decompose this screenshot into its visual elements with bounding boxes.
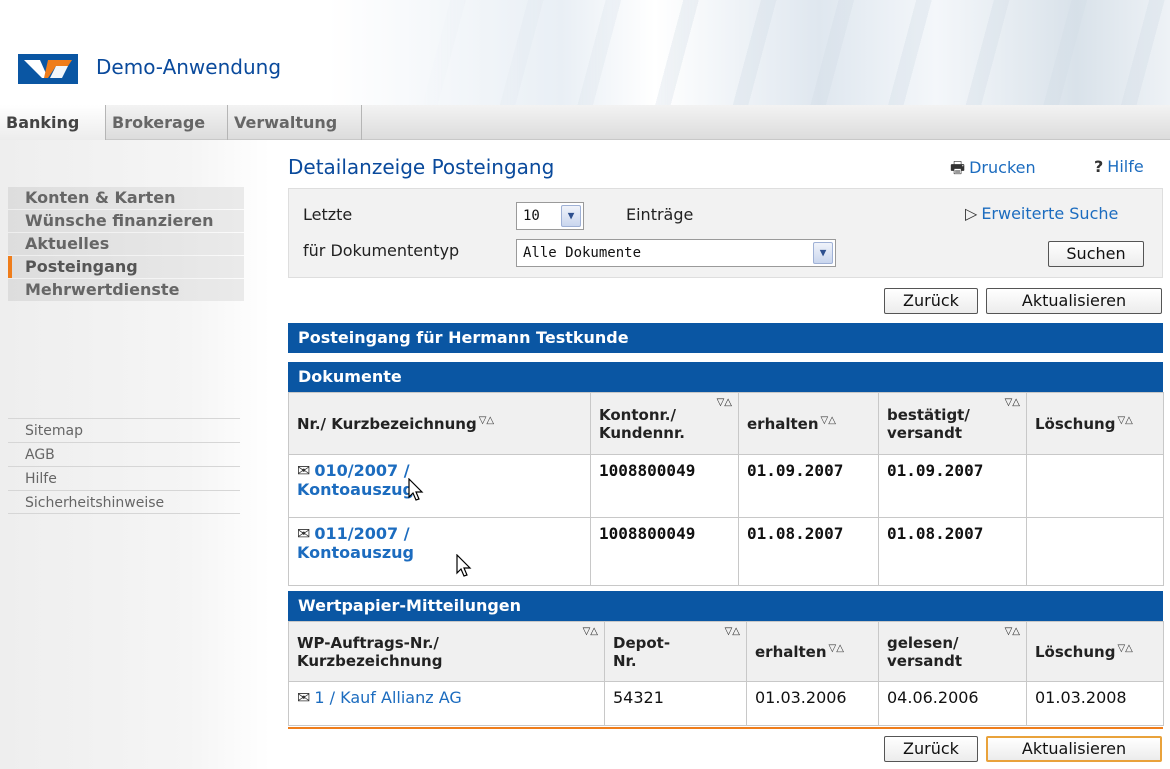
sidebar-link-sicherheitshinweise[interactable]: Sicherheitshinweise bbox=[8, 490, 240, 514]
sort-arrows-icon[interactable]: ▽△ bbox=[479, 415, 494, 426]
col-header-depot[interactable]: Depot- Nr. ▽△ bbox=[604, 621, 747, 682]
document-link-nr[interactable]: 011/2007 / bbox=[314, 524, 409, 543]
col-header-nr[interactable]: Nr./ Kurzbezeichnung ▽△ bbox=[288, 392, 591, 455]
loeschung-cell: 01.03.2008 bbox=[1026, 681, 1164, 726]
sidebar-item-aktuelles[interactable]: Aktuelles bbox=[8, 233, 244, 255]
print-link[interactable]: 🖶 Drucken bbox=[950, 157, 1036, 184]
sort-arrows-icon[interactable]: ▽△ bbox=[717, 397, 732, 408]
filter-box: Letzte 10 ▼ Einträge für Dokumententyp A… bbox=[288, 188, 1163, 278]
loeschung-cell bbox=[1026, 454, 1164, 518]
sidebar-link-hilfe[interactable]: Hilfe bbox=[8, 466, 240, 490]
depot-cell: 54321 bbox=[604, 681, 747, 726]
doctype-select[interactable]: Alle Dokumente ▼ bbox=[516, 239, 836, 267]
extended-search-link[interactable]: ▷ Erweiterte Suche bbox=[965, 204, 1118, 223]
refresh-button[interactable]: Aktualisieren bbox=[986, 288, 1162, 314]
entry-count-select[interactable]: 10 ▼ bbox=[516, 202, 584, 230]
sidebar-item-posteingang[interactable]: Posteingang bbox=[8, 256, 244, 278]
col-header-bestaetigt[interactable]: bestätigt/ versandt ▽△ bbox=[878, 392, 1027, 455]
tab-banking[interactable]: Banking bbox=[0, 105, 106, 140]
help-icon: ? bbox=[1094, 157, 1104, 176]
back-button-bottom[interactable]: Zurück bbox=[884, 736, 978, 762]
tab-verwaltung[interactable]: Verwaltung bbox=[228, 105, 362, 140]
triangle-right-icon: ▷ bbox=[965, 204, 978, 223]
table-row: ✉ 1 / Kauf Allianz AG 54321 01.03.2006 04… bbox=[288, 681, 1164, 726]
konto-cell: 1008800049 bbox=[590, 517, 739, 586]
envelope-open-icon: ✉ bbox=[297, 688, 311, 707]
documents-header-row: Nr./ Kurzbezeichnung ▽△ Kontonr./ Kundenn… bbox=[288, 392, 1164, 455]
col-header-gelesen[interactable]: gelesen/ versandt ▽△ bbox=[878, 621, 1027, 682]
printer-icon: 🖶 bbox=[950, 158, 966, 177]
document-cell: ✉ 010/2007 / Kontoauszug bbox=[288, 454, 591, 518]
wp-bez-cell: ✉ 1 / Kauf Allianz AG bbox=[288, 681, 605, 726]
gelesen-cell: 04.06.2006 bbox=[878, 681, 1027, 726]
inbox-header: Posteingang für Hermann Testkunde bbox=[288, 323, 1163, 353]
col-header-wp-nr[interactable]: WP-Auftrags-Nr./ Kurzbezeichnung ▽△ bbox=[288, 621, 605, 682]
page-title: Detailanzeige Posteingang bbox=[288, 155, 555, 179]
chevron-down-icon: ▼ bbox=[561, 205, 581, 227]
last-label: Letzte bbox=[303, 205, 353, 224]
document-link-bez[interactable]: Kontoauszug bbox=[297, 543, 414, 562]
help-label: Hilfe bbox=[1107, 157, 1144, 176]
search-button[interactable]: Suchen bbox=[1048, 241, 1144, 267]
doctype-label: für Dokumententyp bbox=[303, 241, 460, 260]
sort-arrows-icon[interactable]: ▽△ bbox=[1005, 626, 1020, 637]
tab-brokerage[interactable]: Brokerage bbox=[106, 105, 228, 140]
erhalten-cell: 01.08.2007 bbox=[738, 517, 879, 586]
header-banner: Demo-Anwendung bbox=[0, 0, 1170, 105]
sidebar-link-agb[interactable]: AGB bbox=[8, 442, 240, 466]
print-label: Drucken bbox=[969, 158, 1036, 177]
col-header-loeschung[interactable]: Löschung ▽△ bbox=[1026, 621, 1164, 682]
wp-header-row: WP-Auftrags-Nr./ Kurzbezeichnung ▽△ Depot… bbox=[288, 621, 1164, 682]
refresh-button-bottom[interactable]: Aktualisieren bbox=[986, 736, 1162, 762]
wp-section-title: Wertpapier-Mitteilungen bbox=[288, 591, 1163, 621]
wp-table: WP-Auftrags-Nr./ Kurzbezeichnung ▽△ Depot… bbox=[288, 621, 1164, 726]
erhalten-cell: 01.09.2007 bbox=[738, 454, 879, 518]
sidebar-link-sitemap[interactable]: Sitemap bbox=[8, 418, 240, 442]
divider bbox=[288, 727, 1163, 729]
sort-arrows-icon[interactable]: ▽△ bbox=[1117, 415, 1132, 426]
entries-label: Einträge bbox=[626, 205, 694, 224]
app-title: Demo-Anwendung bbox=[96, 55, 282, 79]
envelope-icon: ✉ bbox=[297, 524, 311, 543]
entry-count-value: 10 bbox=[523, 208, 540, 224]
sort-arrows-icon[interactable]: ▽△ bbox=[1005, 397, 1020, 408]
envelope-icon: ✉ bbox=[297, 461, 311, 480]
mouse-cursor-icon bbox=[456, 554, 472, 577]
col-header-erhalten[interactable]: erhalten ▽△ bbox=[738, 392, 879, 455]
col-header-erhalten[interactable]: erhalten ▽△ bbox=[746, 621, 879, 682]
sidebar-item-mehrwertdienste[interactable]: Mehrwertdienste bbox=[8, 279, 244, 301]
bestaetigt-cell: 01.08.2007 bbox=[878, 517, 1027, 586]
sort-arrows-icon[interactable]: ▽△ bbox=[829, 643, 844, 654]
sort-arrows-icon[interactable]: ▽△ bbox=[821, 415, 836, 426]
top-navigation: Banking Brokerage Verwaltung bbox=[0, 105, 1170, 140]
bank-logo bbox=[18, 54, 78, 84]
documents-section-title: Dokumente bbox=[288, 362, 1163, 392]
help-link[interactable]: ? Hilfe bbox=[1094, 157, 1144, 176]
chevron-down-icon: ▼ bbox=[813, 242, 833, 264]
sidebar-item-konten-karten[interactable]: Konten & Karten bbox=[8, 187, 244, 209]
extended-search-label: Erweiterte Suche bbox=[981, 204, 1119, 223]
doctype-value: Alle Dokumente bbox=[523, 245, 642, 261]
table-row: ✉ 011/2007 / Kontoauszug 1008800049 01.08… bbox=[288, 517, 1164, 586]
sidebar-item-wuensche-finanzieren[interactable]: Wünsche finanzieren bbox=[8, 210, 244, 232]
wp-link[interactable]: 1 / Kauf Allianz AG bbox=[314, 688, 461, 707]
bestaetigt-cell: 01.09.2007 bbox=[878, 454, 1027, 518]
document-link-bez[interactable]: Kontoauszug bbox=[297, 480, 414, 499]
konto-cell: 1008800049 bbox=[590, 454, 739, 518]
document-link-nr[interactable]: 010/2007 / bbox=[314, 461, 409, 480]
sort-arrows-icon[interactable]: ▽△ bbox=[1117, 643, 1132, 654]
mouse-cursor-icon bbox=[408, 478, 424, 501]
loeschung-cell bbox=[1026, 517, 1164, 586]
sort-arrows-icon[interactable]: ▽△ bbox=[583, 626, 598, 637]
col-header-loeschung[interactable]: Löschung ▽△ bbox=[1026, 392, 1164, 455]
back-button[interactable]: Zurück bbox=[884, 288, 978, 314]
erhalten-cell: 01.03.2006 bbox=[746, 681, 879, 726]
sort-arrows-icon[interactable]: ▽△ bbox=[725, 626, 740, 637]
col-header-kontonr[interactable]: Kontonr./ Kundennr. ▽△ bbox=[590, 392, 739, 455]
document-cell: ✉ 011/2007 / Kontoauszug bbox=[288, 517, 591, 586]
